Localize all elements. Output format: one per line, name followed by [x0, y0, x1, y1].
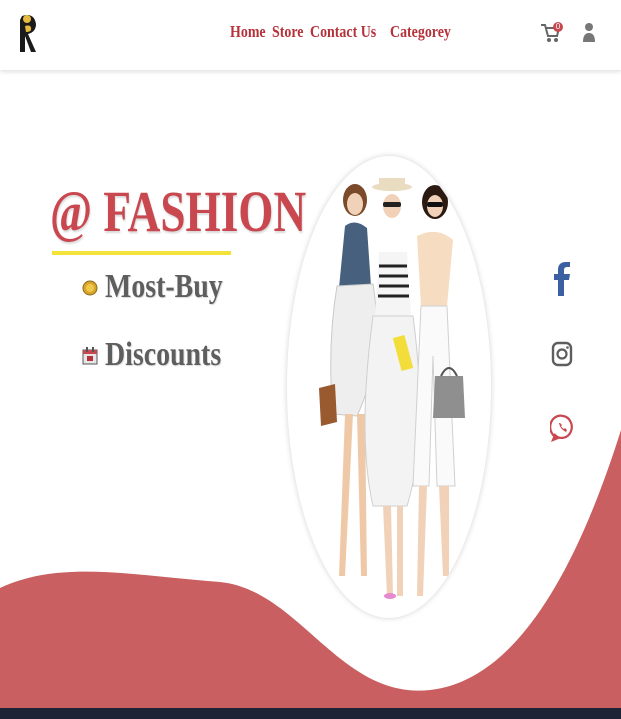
hero-title: @ FASHION: [50, 179, 307, 244]
menu-item-label: Most-Buy: [105, 268, 223, 305]
nav-link-store[interactable]: Store: [272, 22, 303, 42]
menu-item-label: Discounts: [105, 336, 222, 373]
navbar: Home Store Contact Us Categorey 0: [0, 0, 621, 70]
instagram-icon[interactable]: [550, 340, 574, 368]
user-icon[interactable]: [582, 22, 596, 44]
calendar-icon: [82, 347, 98, 365]
cart-badge: 0: [553, 22, 563, 32]
fashion-models-illustration: [319, 178, 465, 599]
facebook-icon[interactable]: [550, 260, 574, 298]
title-underline: [52, 251, 231, 255]
whatsapp-icon[interactable]: [550, 413, 576, 443]
nav-link-home[interactable]: Home: [230, 22, 266, 42]
taskbar: [0, 708, 621, 719]
menu-item-discounts[interactable]: Discounts: [82, 336, 247, 374]
brand-logo-icon[interactable]: [16, 12, 42, 56]
hero-image-frame: [287, 156, 491, 618]
cart-button[interactable]: 0: [540, 22, 564, 44]
nav-link-category[interactable]: Categorey: [390, 22, 451, 42]
nav-link-contact-us[interactable]: Contact Us: [310, 22, 376, 42]
coin-icon: [82, 280, 98, 296]
nav-links: Home Store Contact Us Categorey: [230, 22, 454, 42]
menu-item-most-buy[interactable]: Most-Buy: [82, 268, 249, 306]
